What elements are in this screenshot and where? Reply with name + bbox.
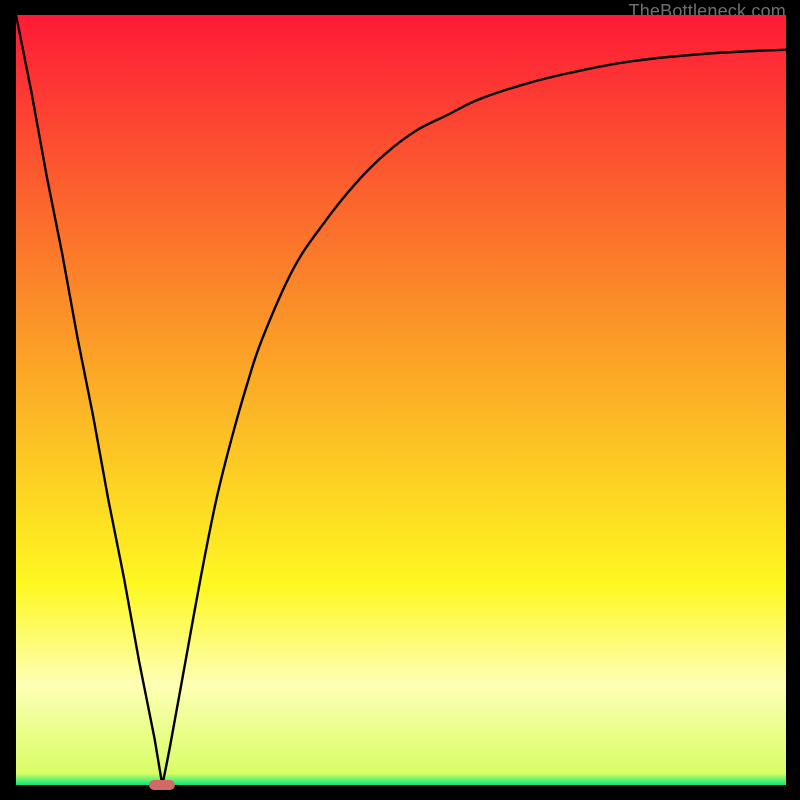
chart-frame: TheBottleneck.com xyxy=(16,15,786,785)
chart-plot xyxy=(16,15,786,785)
gradient-background xyxy=(16,15,786,785)
optimal-marker xyxy=(149,780,175,791)
